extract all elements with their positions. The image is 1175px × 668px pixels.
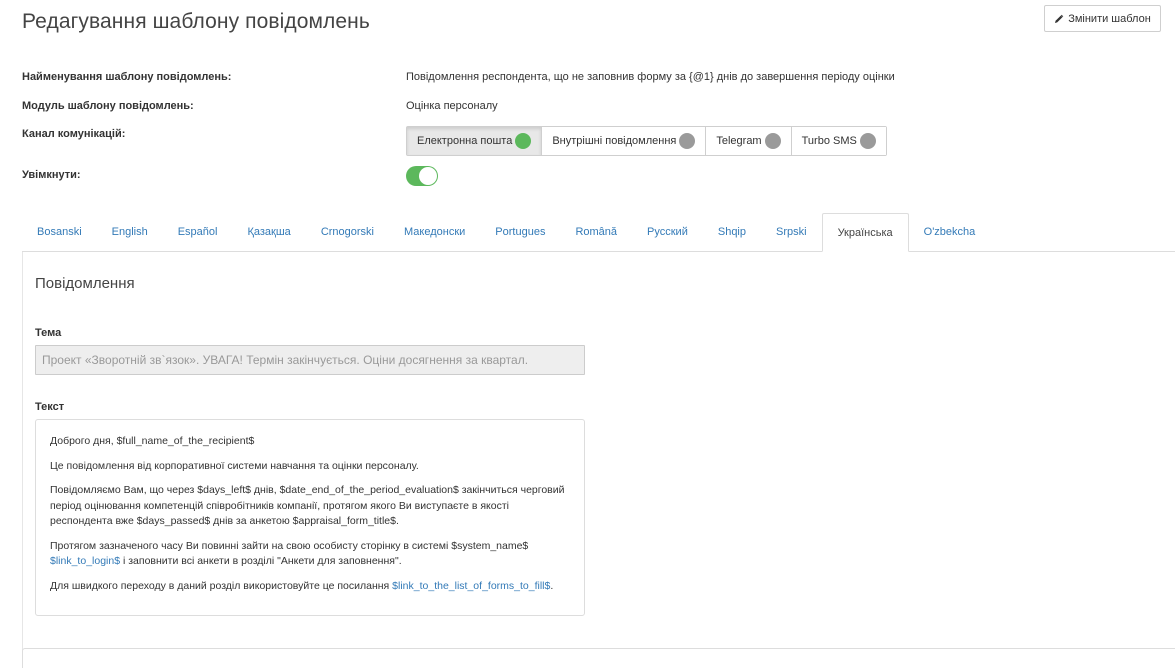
text-label: Текст (35, 401, 65, 413)
template-name-value: Повідомлення респондента, що не заповнив… (406, 71, 895, 83)
status-off-icon (859, 133, 876, 149)
channel-turbosms-button[interactable]: Turbo SMS (791, 127, 886, 155)
tab-english[interactable]: English (97, 213, 163, 251)
channel-email-label: Електронна пошта (417, 135, 513, 147)
channel-selector: Електронна пошта Внутрішні повідомлення … (406, 126, 887, 156)
tab-bosanski[interactable]: Bosanski (22, 213, 97, 251)
message-paragraph: Доброго дня, $full_name_of_the_recipient… (50, 435, 255, 447)
tab-kazakh[interactable]: Қазақша (232, 213, 305, 251)
channel-label: Канал комунікацій: (22, 128, 126, 140)
edit-template-button[interactable]: Змінити шаблон (1044, 5, 1161, 32)
tab-srpski[interactable]: Srpski (761, 213, 822, 251)
pencil-icon (1054, 14, 1064, 24)
bottom-panel (22, 648, 1175, 668)
message-section-title: Повідомлення (35, 275, 135, 292)
message-text-box[interactable]: Доброго дня, $full_name_of_the_recipient… (35, 419, 585, 616)
template-name-label: Найменування шаблону повідомлень: (22, 71, 232, 83)
edit-template-label: Змінити шаблон (1068, 12, 1151, 25)
status-off-icon (764, 133, 781, 149)
message-paragraph: Повідомляємо Вам, що через $days_left$ д… (50, 484, 565, 527)
forms-list-link[interactable]: $link_to_the_list_of_forms_to_fill$ (392, 580, 550, 592)
enabled-toggle[interactable] (406, 166, 438, 186)
message-paragraph: Протягом зазначеного часу Ви повинні зай… (50, 539, 570, 570)
message-paragraph: Це повідомлення від корпоративної систем… (50, 459, 419, 472)
enabled-label: Увімкнути: (22, 169, 81, 181)
tab-russian[interactable]: Русский (632, 213, 703, 251)
template-module-value: Оцінка персоналу (406, 100, 498, 112)
tab-ukrainian[interactable]: Українська (821, 213, 909, 252)
channel-telegram-label: Telegram (716, 135, 762, 147)
message-paragraph: Для швидкого переходу в даний розділ вик… (50, 579, 570, 595)
subject-label: Тема (35, 327, 62, 339)
tab-espanol[interactable]: Español (163, 213, 233, 251)
channel-email-button[interactable]: Електронна пошта (407, 127, 543, 155)
message-text: і заповнити всі анкети в розділі "Анкети… (120, 555, 402, 567)
message-text: . (550, 579, 554, 592)
tab-portugues[interactable]: Portugues (480, 213, 560, 251)
tab-uzbek[interactable]: O'zbekcha (909, 213, 991, 251)
page-title: Редагування шаблону повідомлень (22, 10, 370, 33)
channel-turbosms-label: Turbo SMS (801, 135, 857, 147)
tab-shqip[interactable]: Shqip (703, 213, 761, 251)
channel-telegram-button[interactable]: Telegram (706, 127, 792, 155)
status-off-icon (679, 133, 696, 149)
tab-crnogorski[interactable]: Crnogorski (306, 213, 389, 251)
status-on-icon (515, 133, 532, 149)
toggle-knob (419, 167, 437, 185)
channel-internal-label: Внутрішні повідомлення (552, 135, 677, 147)
tab-romana[interactable]: Română (560, 213, 632, 251)
message-text: Для швидкого переходу в даний розділ вик… (50, 579, 393, 592)
channel-internal-button[interactable]: Внутрішні повідомлення (542, 127, 707, 155)
tab-makedonski[interactable]: Македонски (389, 213, 480, 251)
subject-input[interactable] (35, 345, 585, 375)
language-tabs: Bosanski English Español Қазақша Crnogor… (22, 213, 1175, 252)
template-module-label: Модуль шаблону повідомлень: (22, 100, 194, 112)
login-link[interactable]: $link_to_login$ (50, 555, 120, 567)
message-text: Протягом зазначеного часу Ви повинні зай… (50, 539, 529, 552)
